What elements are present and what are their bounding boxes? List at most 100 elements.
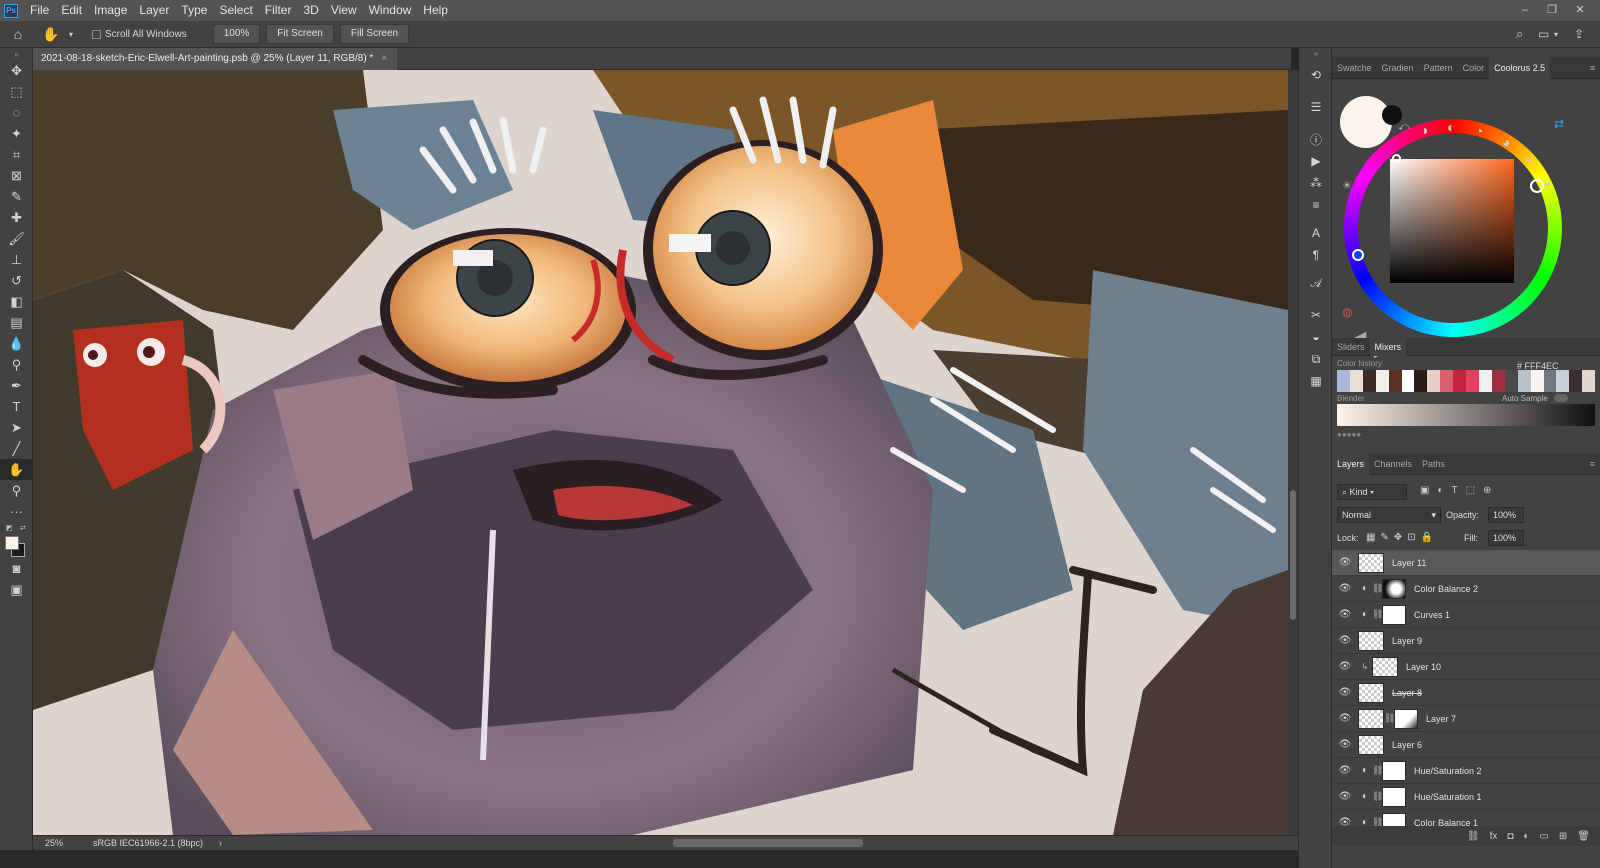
dodge-tool-icon[interactable]: ⚲ bbox=[0, 354, 33, 375]
fit-screen-button[interactable]: Fit Screen bbox=[266, 24, 334, 44]
layer-row[interactable]: 👁 ◐ ⛓ Hue/Saturation 1 bbox=[1332, 784, 1600, 810]
chain-icon[interactable]: ⛓ bbox=[1372, 609, 1383, 620]
blend-mode-select[interactable]: Normal ▾ bbox=[1337, 507, 1441, 523]
color-history-strip[interactable] bbox=[1337, 370, 1596, 392]
history-swatch[interactable] bbox=[1427, 370, 1441, 392]
scroll-all-checkbox[interactable] bbox=[92, 29, 101, 39]
menu-edit[interactable]: Edit bbox=[55, 0, 88, 21]
delete-layer-icon[interactable]: 🗑 bbox=[1577, 831, 1590, 842]
history-swatch[interactable] bbox=[1453, 370, 1467, 392]
collapse-icon[interactable]: » bbox=[0, 48, 33, 60]
blender-gradient[interactable] bbox=[1337, 404, 1595, 426]
chevron-down-icon[interactable]: ▾ bbox=[66, 30, 76, 39]
paragraph-icon[interactable]: ¶ bbox=[1299, 244, 1333, 266]
history-swatch[interactable] bbox=[1582, 370, 1596, 392]
tab-paths[interactable]: Paths bbox=[1417, 453, 1450, 475]
chain-icon[interactable]: ⛓ bbox=[1372, 817, 1383, 826]
brush-tool-icon[interactable]: 🖌 bbox=[0, 228, 33, 249]
menu-view[interactable]: View bbox=[325, 0, 363, 21]
zoom-tool-icon[interactable]: ⚲ bbox=[0, 480, 33, 501]
line-tool-icon[interactable]: ╱ bbox=[0, 438, 33, 459]
history-swatch[interactable] bbox=[1337, 370, 1350, 392]
tab-swatches[interactable]: Swatche bbox=[1332, 57, 1377, 79]
eye-icon[interactable]: 👁 bbox=[1332, 583, 1358, 594]
swap-colors-icon[interactable]: ⇄ bbox=[20, 524, 26, 532]
menu-select[interactable]: Select bbox=[213, 0, 258, 21]
gradient-tool-icon[interactable]: ▤ bbox=[0, 312, 33, 333]
layer-thumbnail[interactable] bbox=[1358, 708, 1384, 729]
blender-slots[interactable]: ●●●●● bbox=[1337, 430, 1361, 439]
eye-icon[interactable]: 👁 bbox=[1332, 713, 1358, 724]
healing-brush-tool-icon[interactable]: ✚ bbox=[0, 207, 33, 228]
layer-row[interactable]: 👁 ◐ ⛓ Curves 1 bbox=[1332, 602, 1600, 628]
frame-tool-icon[interactable]: ⊠ bbox=[0, 165, 33, 186]
type-tool-icon[interactable]: T bbox=[0, 396, 33, 417]
menu-file[interactable]: File bbox=[24, 0, 55, 21]
lasso-tool-icon[interactable]: ◌ bbox=[0, 102, 33, 123]
path-selection-tool-icon[interactable]: ➤ bbox=[0, 417, 33, 438]
auto-sample-toggle[interactable] bbox=[1554, 394, 1568, 402]
eyedropper-tool-icon[interactable]: ✎ bbox=[0, 186, 33, 207]
rgb-mode-icon[interactable]: ◍ bbox=[1342, 305, 1352, 319]
learn-icon[interactable]: ▦ bbox=[1299, 370, 1333, 392]
status-menu-arrow[interactable]: › bbox=[219, 838, 222, 848]
eye-icon[interactable]: 👁 bbox=[1332, 661, 1358, 672]
glyphs-icon[interactable]: 𝒜 bbox=[1299, 272, 1333, 294]
magic-wand-tool-icon[interactable]: ✦ bbox=[0, 123, 33, 144]
tab-gradients[interactable]: Gradien bbox=[1377, 57, 1419, 79]
tool-presets-icon[interactable]: ✂ bbox=[1299, 304, 1333, 326]
chain-icon[interactable]: ⛓ bbox=[1372, 583, 1383, 594]
collapse-panels-icon[interactable]: « bbox=[1299, 48, 1333, 58]
brightness-icon[interactable]: ☀ bbox=[1342, 179, 1352, 192]
history-swatch[interactable] bbox=[1362, 370, 1376, 392]
hand-tool-preset-icon[interactable]: ✋ bbox=[36, 26, 66, 43]
history-swatch[interactable] bbox=[1504, 370, 1518, 392]
history-swatch[interactable] bbox=[1569, 370, 1583, 392]
history-swatch[interactable] bbox=[1440, 370, 1454, 392]
layer-thumbnail[interactable] bbox=[1358, 630, 1384, 651]
tab-channels[interactable]: Channels bbox=[1369, 453, 1417, 475]
layer-mask-thumbnail[interactable] bbox=[1394, 708, 1418, 729]
chain-icon[interactable]: ⛓ bbox=[1372, 765, 1383, 776]
menu-help[interactable]: Help bbox=[417, 0, 454, 21]
workspace-chevron-icon[interactable]: ▾ bbox=[1554, 30, 1558, 39]
harmony-icon-4[interactable]: ◕ bbox=[1502, 134, 1510, 150]
hue-handle[interactable] bbox=[1530, 179, 1544, 193]
tab-sliders[interactable]: Sliders bbox=[1332, 338, 1370, 356]
tab-coolorus[interactable]: Coolorus 2.5 bbox=[1489, 56, 1551, 79]
blur-tool-icon[interactable]: 💧 bbox=[0, 333, 33, 354]
vertical-scrollbar[interactable] bbox=[1288, 70, 1298, 835]
adjustments-icon[interactable]: ≡ bbox=[1299, 194, 1333, 216]
history-swatch[interactable] bbox=[1543, 370, 1557, 392]
hand-tool-icon[interactable]: ✋ bbox=[0, 459, 33, 480]
home-icon[interactable]: ⌂ bbox=[0, 26, 36, 42]
layer-row[interactable]: 👁 ⛓ Layer 7 bbox=[1332, 706, 1600, 732]
new-adjustment-icon[interactable]: ◐ bbox=[1523, 831, 1529, 842]
color-picker-cursor[interactable] bbox=[1392, 154, 1401, 163]
history-swatch[interactable] bbox=[1517, 370, 1531, 392]
crop-tool-icon[interactable]: ⌗ bbox=[0, 144, 33, 165]
kind-filter-select[interactable]: ⌕ Kind ▾ bbox=[1337, 484, 1407, 500]
eye-icon[interactable]: 👁 bbox=[1332, 609, 1358, 620]
tab-layers[interactable]: Layers bbox=[1332, 452, 1370, 475]
history-swatch[interactable] bbox=[1491, 370, 1505, 392]
eraser-tool-icon[interactable]: ◧ bbox=[0, 291, 33, 312]
layer-thumbnail[interactable] bbox=[1358, 682, 1384, 703]
menu-filter[interactable]: Filter bbox=[259, 0, 298, 21]
zoom-100-button[interactable]: 100% bbox=[212, 24, 261, 44]
history-swatch[interactable] bbox=[1466, 370, 1479, 392]
character-icon[interactable]: A bbox=[1299, 222, 1333, 244]
layer-mask-thumbnail[interactable] bbox=[1382, 786, 1406, 807]
history-swatch[interactable] bbox=[1375, 370, 1389, 392]
history-swatch[interactable] bbox=[1414, 370, 1428, 392]
canvas[interactable] bbox=[33, 70, 1288, 835]
new-layer-icon[interactable]: ⊞ bbox=[1559, 831, 1567, 842]
styles-icon[interactable]: ◒ bbox=[1299, 326, 1333, 348]
history-swatch[interactable] bbox=[1556, 370, 1570, 392]
menu-window[interactable]: Window bbox=[363, 0, 418, 21]
menu-type[interactable]: Type bbox=[175, 0, 213, 21]
pen-tool-icon[interactable]: ✒ bbox=[0, 375, 33, 396]
actions-icon[interactable]: ▶ bbox=[1299, 150, 1333, 172]
more-tools-icon[interactable]: ··· bbox=[0, 501, 33, 522]
refresh-icon[interactable]: ⇄ bbox=[1554, 117, 1564, 131]
